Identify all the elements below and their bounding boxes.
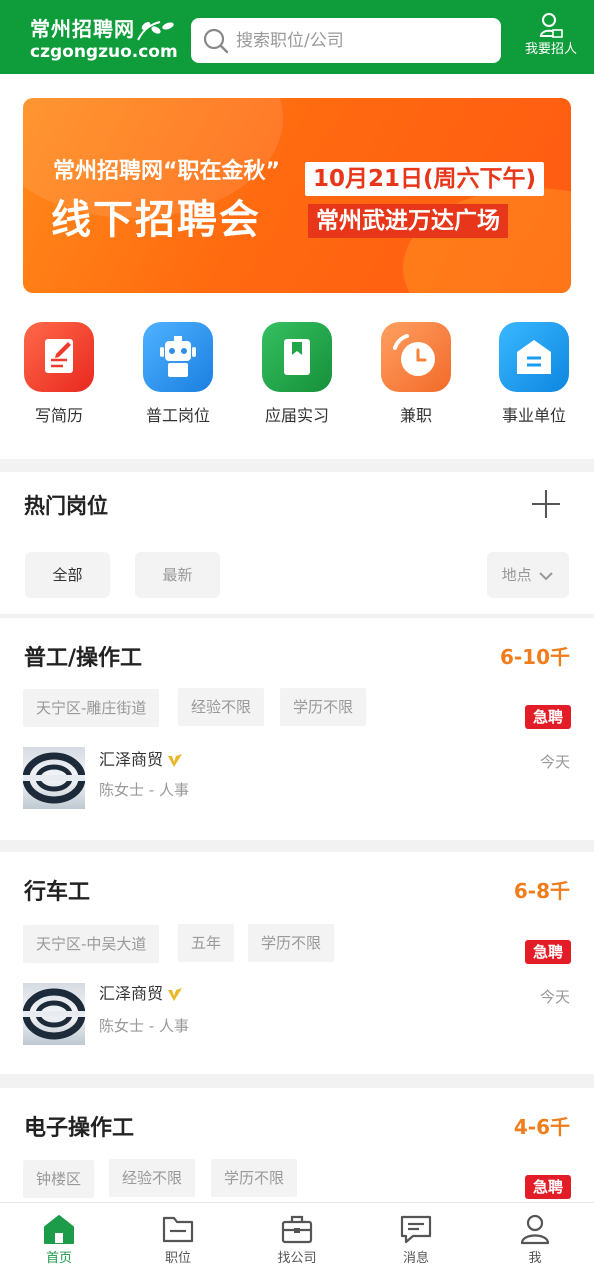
message-icon	[400, 1215, 432, 1244]
search-icon	[203, 28, 229, 54]
tab-label: 职位	[164, 1251, 191, 1266]
company-name: 汇泽商贸	[99, 749, 183, 771]
tab-label: 找公司	[277, 1251, 317, 1266]
book-icon	[262, 322, 332, 392]
category-label: 普工岗位	[145, 406, 210, 425]
job-tag: 天宁区-中吴大道	[23, 925, 160, 963]
contact-person: 陈女士 - 人事	[99, 1017, 189, 1035]
job-title: 电子操作工	[24, 1116, 135, 1141]
job-tag: 五年	[178, 924, 235, 962]
company-name: 汇泽商贸	[99, 983, 183, 1005]
posted-date: 今天	[539, 988, 570, 1006]
logo-chinese-text: 常州招聘网	[30, 17, 135, 41]
job-title: 普工/操作工	[24, 646, 143, 671]
verified-icon	[168, 987, 183, 1001]
tab-label: 消息	[402, 1251, 429, 1266]
category-label: 应届实习	[264, 406, 329, 425]
job-tag: 天宁区-雕庄街道	[23, 689, 160, 727]
job-card[interactable]: 电子操作工 4-6千 钟楼区 经验不限 学历不限 急聘	[0, 1088, 594, 1202]
posted-date: 今天	[539, 753, 570, 771]
category-label: 兼职	[399, 406, 432, 425]
recruiter-icon	[539, 13, 563, 38]
urgent-badge: 急聘	[525, 705, 571, 729]
robot-icon	[143, 322, 213, 392]
tab-label: 我	[528, 1251, 542, 1266]
banner-subtitle: 常州招聘网“职在金秋”	[53, 159, 280, 184]
urgent-badge: 急聘	[525, 940, 571, 964]
briefcase-icon	[281, 1215, 313, 1244]
bottom-tab-bar: 首页 职位 找公司 消息 我	[0, 1202, 594, 1280]
tab-messages[interactable]: 消息	[376, 1213, 456, 1267]
section-title: 热门岗位	[24, 494, 108, 518]
post-job-button[interactable]: 我要招人	[520, 12, 582, 66]
app-screen: 常州招聘网 czgongzuo.com 搜索职位/公司 我要招人 常州招聘网“职…	[0, 0, 594, 1280]
add-icon[interactable]	[532, 490, 560, 518]
category-label: 写简历	[34, 406, 83, 425]
search-input[interactable]: 搜索职位/公司	[191, 18, 501, 63]
leaf-icon	[137, 21, 174, 41]
company-name-text: 汇泽商贸	[99, 984, 164, 1003]
category-part-time[interactable]: 兼职	[361, 322, 471, 426]
filter-all-button[interactable]: 全部	[25, 552, 110, 598]
folder-icon	[162, 1216, 194, 1243]
job-salary: 6-8千	[513, 879, 570, 903]
category-general-worker[interactable]: 普工岗位	[123, 322, 233, 426]
banner-title: 线下招聘会	[51, 197, 261, 243]
home-icon	[44, 1215, 74, 1244]
job-card[interactable]: 普工/操作工 6-10千 天宁区-雕庄街道 经验不限 学历不限 急聘 汇泽商贸 …	[0, 618, 594, 840]
category-label: 事业单位	[501, 406, 566, 425]
tab-home[interactable]: 首页	[19, 1213, 99, 1267]
resume-icon	[24, 322, 94, 392]
clock-icon	[381, 322, 451, 392]
building-icon	[499, 322, 569, 392]
job-salary: 6-10千	[499, 645, 570, 669]
urgent-badge: 急聘	[525, 1175, 571, 1199]
logo-domain-text: czgongzuo.com	[30, 42, 178, 62]
filter-latest-button[interactable]: 最新	[135, 552, 220, 598]
hot-jobs-section: 热门岗位 全部 最新 地点	[0, 472, 594, 614]
search-placeholder: 搜索职位/公司	[236, 31, 344, 51]
job-tag: 经验不限	[109, 1159, 196, 1197]
verified-icon	[168, 753, 183, 767]
tab-label: 首页	[45, 1251, 72, 1266]
job-tag: 学历不限	[280, 688, 367, 726]
job-tag: 学历不限	[211, 1159, 298, 1197]
top-header: 常州招聘网 czgongzuo.com 搜索职位/公司 我要招人	[0, 0, 594, 74]
user-icon	[520, 1214, 550, 1245]
company-logo	[23, 983, 85, 1045]
location-filter-button[interactable]: 地点	[487, 552, 569, 598]
tab-profile[interactable]: 我	[495, 1213, 575, 1267]
contact-person: 陈女士 - 人事	[99, 781, 189, 799]
job-salary: 4-6千	[513, 1115, 570, 1139]
banner-date: 10月21日(周六下午)	[305, 162, 545, 196]
category-internship[interactable]: 应届实习	[242, 322, 352, 426]
category-shortcuts: 写简历 普工岗位 应届实习 兼职 事业单位	[0, 322, 594, 432]
job-title: 行车工	[24, 880, 91, 905]
job-tag: 经验不限	[178, 688, 265, 726]
tab-jobs[interactable]: 职位	[138, 1213, 218, 1267]
banner-venue: 常州武进万达广场	[308, 204, 508, 238]
tab-companies[interactable]: 找公司	[257, 1213, 337, 1267]
job-card[interactable]: 行车工 6-8千 天宁区-中吴大道 五年 学历不限 急聘 汇泽商贸 陈女士 - …	[0, 852, 594, 1074]
company-logo	[23, 747, 85, 809]
category-public-institution[interactable]: 事业单位	[479, 322, 589, 426]
chevron-down-icon	[539, 571, 554, 580]
location-filter-label: 地点	[501, 566, 532, 584]
job-tag: 学历不限	[248, 924, 335, 962]
post-job-label: 我要招人	[524, 42, 577, 57]
job-tag: 钟楼区	[23, 1160, 95, 1198]
company-name-text: 汇泽商贸	[99, 750, 164, 769]
category-resume[interactable]: 写简历	[4, 322, 114, 426]
site-logo[interactable]: 常州招聘网 czgongzuo.com	[30, 18, 180, 64]
